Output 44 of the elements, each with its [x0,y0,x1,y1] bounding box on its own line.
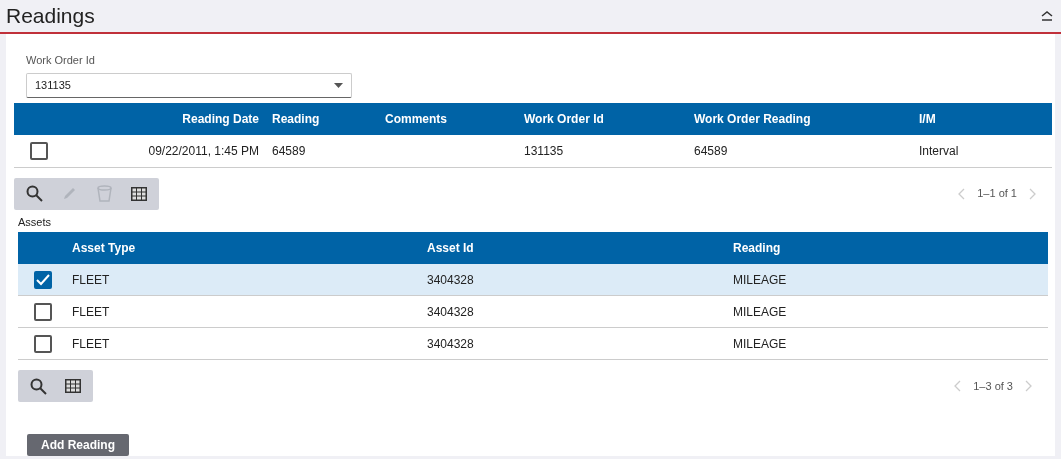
column-header[interactable]: Reading Date [114,109,272,128]
grid-icon [65,379,81,393]
grid-icon [131,186,147,201]
pagination-label: 1–3 of 3 [973,378,1013,394]
check-icon [36,273,50,286]
table-cell-text: FLEET [72,303,111,321]
search-icon [25,185,43,202]
table-row[interactable]: FLEET 3404328 MILEAGE [18,264,1048,296]
column-header[interactable]: Reading [272,109,385,128]
table-cell-text: MILEAGE [733,271,788,289]
column-header[interactable]: Reading [733,239,1048,257]
row-checkbox[interactable] [34,270,52,289]
table-cell-text: Interval [919,142,960,160]
pencil-icon [61,186,77,201]
table-cell-text: 64589 [694,142,729,160]
field-label: Work Order Id [26,53,96,68]
column-header[interactable]: Work Order Reading [694,109,919,128]
table-cell-text: 3404328 [427,335,475,353]
table-cell-text: 131135 [524,142,565,160]
column-header[interactable]: I/M [919,109,1052,128]
section-title: Readings [6,3,95,30]
work-order-select[interactable]: 131135 [26,72,352,98]
dropdown-caret-icon [334,82,343,88]
row-checkbox[interactable] [34,302,52,321]
table-cell-text: 3404328 [427,271,475,289]
table-cell-text: FLEET [72,271,111,289]
collapse-icon[interactable] [1041,11,1053,21]
table-cell-text: FLEET [72,335,111,353]
column-header[interactable]: Asset Id [427,239,733,257]
row-checkbox[interactable] [30,141,48,160]
table-cell-text: 3404328 [427,303,475,321]
table-cell-text: MILEAGE [733,303,788,321]
column-header[interactable]: Work Order Id [524,109,694,128]
trash-icon [96,185,112,202]
column-header[interactable]: Comments [385,109,524,128]
row-checkbox[interactable] [34,334,52,353]
search-icon [29,377,47,395]
pagination-label: 1–1 of 1 [977,186,1017,202]
table-cell-text: MILEAGE [733,335,788,353]
add-reading-button[interactable]: Add Reading [27,434,129,456]
column-header[interactable]: Asset Type [72,239,427,257]
assets-label: Assets [17,214,52,230]
table-cell-text: 09/22/2011, 1:45 PM [147,142,260,160]
table-cell-text: 64589 [272,142,307,160]
